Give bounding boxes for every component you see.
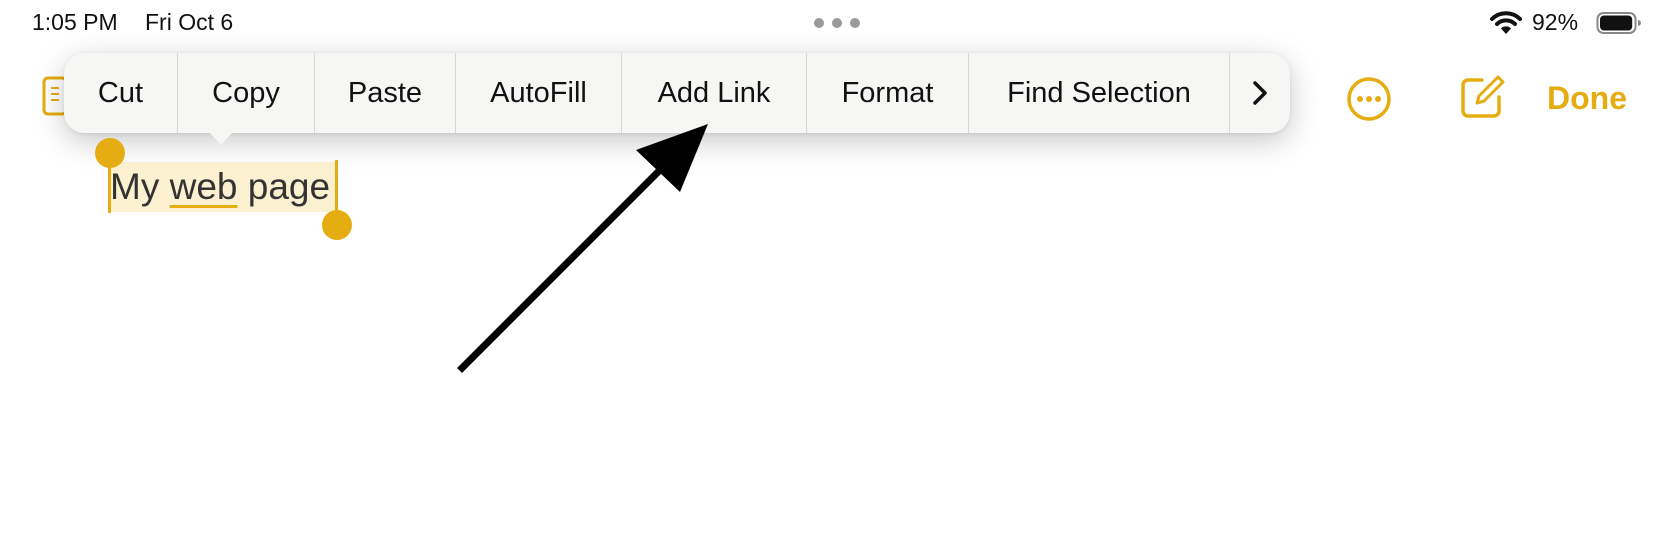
word-my: My <box>110 166 160 207</box>
annotation-arrow-icon <box>457 124 708 373</box>
compose-icon[interactable] <box>1456 70 1506 120</box>
selection-start-handle[interactable] <box>95 138 125 168</box>
status-date: Fri Oct 6 <box>145 9 234 35</box>
menu-item-format[interactable]: Format <box>807 53 969 133</box>
done-button[interactable]: Done <box>1547 78 1627 118</box>
menu-item-cut[interactable]: Cut <box>64 53 178 133</box>
selection-end-caret <box>335 160 338 213</box>
more-icon[interactable] <box>1346 76 1392 122</box>
battery-icon <box>1596 12 1641 34</box>
chevron-right-icon <box>1253 81 1267 105</box>
word-page: page <box>247 166 331 207</box>
battery-percent: 92% <box>1532 9 1579 35</box>
status-time: 1:05 PM <box>32 9 118 35</box>
multitask-dots-icon[interactable] <box>812 16 862 30</box>
menu-item-copy[interactable]: Copy <box>178 53 315 133</box>
selection-end-handle[interactable] <box>322 210 352 240</box>
wifi-icon <box>1490 11 1522 34</box>
menu-item-find-selection[interactable]: Find Selection <box>969 53 1230 133</box>
edit-menu-pointer <box>208 131 234 145</box>
selected-note-text[interactable]: My web page <box>110 165 330 209</box>
menu-more-button[interactable] <box>1230 53 1290 133</box>
menu-item-paste[interactable]: Paste <box>315 53 456 133</box>
word-web: web <box>169 166 238 207</box>
